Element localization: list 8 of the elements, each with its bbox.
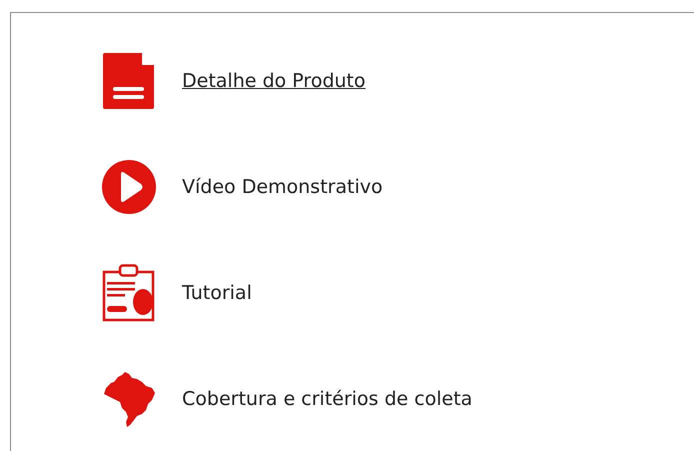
link[interactable]: Tutorial [182, 282, 252, 304]
link[interactable]: Vídeo Demonstrativo [182, 176, 383, 198]
link[interactable]: Detalhe do Produto [182, 70, 366, 92]
link[interactable]: Cobertura e critérios de coleta [182, 388, 472, 410]
play-icon [102, 159, 156, 215]
brazil-map-icon [102, 370, 156, 428]
clipboard-icon [102, 264, 156, 322]
document-icon [102, 53, 156, 109]
